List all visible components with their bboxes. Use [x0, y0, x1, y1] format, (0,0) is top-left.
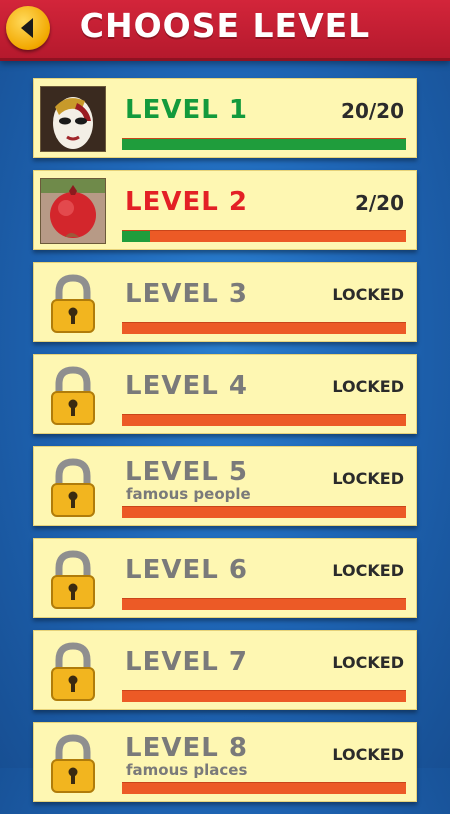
- progress-fill: [122, 231, 151, 242]
- pomegranate-thumbnail: [40, 178, 106, 244]
- level-label: LEVEL 5: [125, 457, 248, 487]
- level-label: LEVEL 1: [125, 95, 248, 125]
- level-list: LEVEL 1 20/20 LEVEL 2 2/20 LEVEL 3 LOCKE…: [33, 78, 417, 814]
- level-card-7[interactable]: LEVEL 7 LOCKED: [33, 630, 417, 710]
- header-bar: CHOOSE LEVEL: [0, 0, 450, 61]
- level-label: LEVEL 2: [125, 187, 248, 217]
- level-label: LEVEL 8: [125, 733, 248, 763]
- progress-bar: [122, 322, 406, 334]
- level-label: LEVEL 6: [125, 555, 248, 585]
- progress-bar: [122, 782, 406, 794]
- level-status: LOCKED: [332, 469, 404, 488]
- page-title: CHOOSE LEVEL: [79, 6, 371, 45]
- level-score: 20/20: [341, 99, 404, 123]
- level-card-2[interactable]: LEVEL 2 2/20: [33, 170, 417, 250]
- level-status: LOCKED: [332, 561, 404, 580]
- progress-bar: [122, 414, 406, 426]
- level-status: LOCKED: [332, 653, 404, 672]
- level-card-1[interactable]: LEVEL 1 20/20: [33, 78, 417, 158]
- padlock-icon: [51, 642, 95, 701]
- progress-bar: [122, 230, 406, 242]
- level-card-8[interactable]: LEVEL 8 famous places LOCKED: [33, 722, 417, 802]
- level-status: LOCKED: [332, 377, 404, 396]
- mask-thumbnail: [40, 86, 106, 152]
- level-card-6[interactable]: LEVEL 6 LOCKED: [33, 538, 417, 618]
- level-label: LEVEL 7: [125, 647, 248, 677]
- level-card-3[interactable]: LEVEL 3 LOCKED: [33, 262, 417, 342]
- level-status: LOCKED: [332, 745, 404, 764]
- padlock-icon: [51, 550, 95, 609]
- padlock-icon: [51, 734, 95, 793]
- progress-bar: [122, 690, 406, 702]
- level-card-5[interactable]: LEVEL 5 famous people LOCKED: [33, 446, 417, 526]
- level-category: famous places: [126, 761, 248, 779]
- padlock-icon: [51, 366, 95, 425]
- level-score: 2/20: [354, 191, 404, 215]
- progress-bar: [122, 138, 406, 150]
- level-category: famous people: [126, 485, 251, 503]
- progress-fill: [122, 139, 406, 150]
- level-label: LEVEL 3: [125, 279, 248, 309]
- padlock-icon: [51, 274, 95, 333]
- level-label: LEVEL 4: [125, 371, 248, 401]
- progress-bar: [122, 598, 406, 610]
- level-card-4[interactable]: LEVEL 4 LOCKED: [33, 354, 417, 434]
- level-status: LOCKED: [332, 285, 404, 304]
- progress-bar: [122, 506, 406, 518]
- padlock-icon: [51, 458, 95, 517]
